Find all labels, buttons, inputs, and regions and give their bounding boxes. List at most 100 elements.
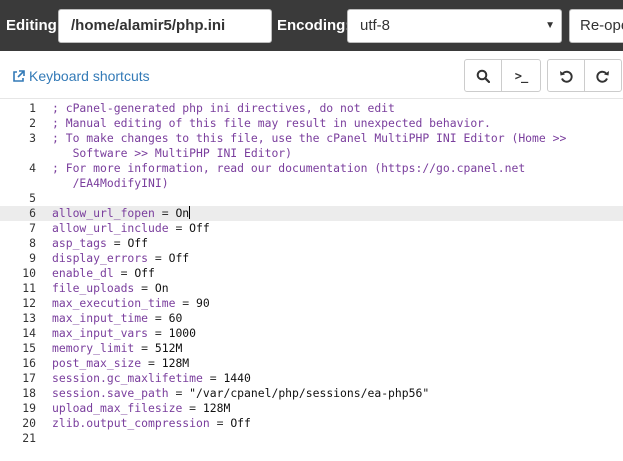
setting-value: Off	[230, 416, 251, 430]
setting-key: memory_limit	[52, 341, 135, 355]
code-line[interactable]: 2 ; Manual editing of this file may resul…	[0, 116, 623, 131]
setting-operator: =	[113, 266, 135, 280]
line-number: 17	[22, 371, 36, 385]
ini-comment: ; To make changes to this file, use the …	[52, 131, 567, 145]
line-number: 3	[29, 131, 36, 145]
setting-operator: =	[202, 371, 224, 385]
code-line[interactable]: 16 post_max_size = 128M	[0, 356, 623, 371]
code-line[interactable]: 11 file_uploads = On	[0, 281, 623, 296]
terminal-icon: >_	[514, 68, 528, 83]
ini-setting: enable_dl = Off	[52, 266, 155, 281]
undo-button[interactable]	[547, 59, 585, 92]
code-editor[interactable]: 1 ; cPanel-generated php ini directives, …	[0, 98, 623, 461]
ini-comment: ; For more information, read our documen…	[52, 161, 526, 175]
editor-subtoolbar: Keyboard shortcuts >_	[0, 51, 623, 98]
setting-operator: =	[168, 221, 190, 235]
setting-key: enable_dl	[52, 266, 114, 280]
code-line[interactable]: Software >> MultiPHP INI Editor)	[0, 146, 623, 161]
setting-key: max_execution_time	[52, 296, 176, 310]
redo-button[interactable]	[584, 59, 622, 92]
code-line[interactable]: 7 allow_url_include = Off	[0, 221, 623, 236]
setting-operator: =	[209, 416, 231, 430]
ini-setting: post_max_size = 128M	[52, 356, 189, 371]
code-line[interactable]: 1 ; cPanel-generated php ini directives, …	[0, 101, 623, 116]
setting-operator: =	[148, 311, 169, 325]
text-cursor	[189, 206, 191, 219]
editing-label: Editing:	[6, 17, 62, 34]
setting-key: allow_url_include	[52, 221, 169, 235]
search-button[interactable]	[464, 59, 502, 92]
code-line[interactable]: 9 display_errors = Off	[0, 251, 623, 266]
code-line[interactable]: 19 upload_max_filesize = 128M	[0, 401, 623, 416]
setting-key: allow_url_fopen	[52, 206, 155, 220]
code-line[interactable]: 14 max_input_vars = 1000	[0, 326, 623, 341]
line-number: 19	[22, 401, 36, 415]
ini-comment: Software >> MultiPHP INI Editor)	[52, 146, 293, 160]
setting-value: 1000	[168, 326, 197, 340]
ini-setting: display_errors = Off	[52, 251, 189, 266]
code-line[interactable]: 21	[0, 431, 623, 446]
keyboard-shortcuts-link[interactable]: Keyboard shortcuts	[12, 68, 150, 84]
line-number: 20	[22, 416, 36, 430]
code-line[interactable]: 8 asp_tags = Off	[0, 236, 623, 251]
ini-setting: zlib.output_compression = Off	[52, 416, 251, 431]
line-number: 10	[22, 266, 36, 280]
code-line[interactable]: 15 memory_limit = 512M	[0, 341, 623, 356]
line-number: 18	[22, 386, 36, 400]
external-link-icon	[13, 70, 25, 82]
setting-operator: =	[106, 236, 128, 250]
setting-value: "/var/cpanel/php/sessions/ea-php56"	[189, 386, 430, 400]
setting-operator: =	[168, 386, 190, 400]
code-line[interactable]: 17 session.gc_maxlifetime = 1440	[0, 371, 623, 386]
line-number: 11	[22, 281, 36, 295]
line-number: 16	[22, 356, 36, 370]
code-line[interactable]: 13 max_input_time = 60	[0, 311, 623, 326]
ini-comment: /EA4ModifyINI)	[52, 176, 169, 190]
line-number: 13	[22, 311, 36, 325]
code-line[interactable]: 5	[0, 191, 623, 206]
code-line[interactable]: 20 zlib.output_compression = Off	[0, 416, 623, 431]
redo-icon	[596, 70, 609, 83]
setting-key: file_uploads	[52, 281, 135, 295]
encoding-select[interactable]: utf-8 ▼	[347, 9, 562, 43]
ini-setting: session.gc_maxlifetime = 1440	[52, 371, 251, 386]
setting-value: 128M	[202, 401, 231, 415]
file-path-field[interactable]: /home/alamir5/php.ini	[58, 9, 272, 43]
setting-operator: =	[182, 401, 203, 415]
code-line[interactable]: 6 allow_url_fopen = On	[0, 206, 623, 221]
ini-setting: max_input_vars = 1000	[52, 326, 196, 341]
line-number: 7	[29, 221, 36, 235]
setting-key: max_input_vars	[52, 326, 149, 340]
line-number: 14	[22, 326, 36, 340]
code-line[interactable]: /EA4ModifyINI)	[0, 176, 623, 191]
code-line[interactable]: 18 session.save_path = "/var/cpanel/php/s…	[0, 386, 623, 401]
setting-value: 128M	[161, 356, 190, 370]
line-number: 6	[29, 206, 36, 220]
setting-key: display_errors	[52, 251, 149, 265]
setting-value: 60	[168, 311, 183, 325]
setting-key: session.save_path	[52, 386, 169, 400]
code-line[interactable]: 4 ; For more information, read our docume…	[0, 161, 623, 176]
ini-comment: ; cPanel-generated php ini directives, d…	[52, 101, 395, 115]
line-number: 15	[22, 341, 36, 355]
setting-key: zlib.output_compression	[52, 416, 210, 430]
dropdown-arrow-icon: ▼	[545, 20, 555, 31]
encoding-label: Encoding:	[277, 17, 351, 34]
setting-key: upload_max_filesize	[52, 401, 183, 415]
goto-line-button[interactable]: >_	[501, 59, 541, 92]
setting-operator: =	[154, 206, 176, 220]
ini-setting: memory_limit = 512M	[52, 341, 182, 356]
reopen-button[interactable]: Re-open	[569, 9, 623, 43]
setting-value: Off	[127, 236, 149, 250]
encoding-value: utf-8	[360, 17, 391, 34]
code-line[interactable]: 12 max_execution_time = 90	[0, 296, 623, 311]
code-line[interactable]: 3 ; To make changes to this file, use the…	[0, 131, 623, 146]
setting-value: On	[175, 206, 190, 220]
setting-value: Off	[134, 266, 155, 280]
undo-icon	[560, 70, 573, 83]
ini-setting: asp_tags = Off	[52, 236, 148, 251]
ini-setting: max_input_time = 60	[52, 311, 182, 326]
code-line[interactable]: 10 enable_dl = Off	[0, 266, 623, 281]
setting-operator: =	[148, 251, 169, 265]
setting-operator: =	[134, 341, 155, 355]
